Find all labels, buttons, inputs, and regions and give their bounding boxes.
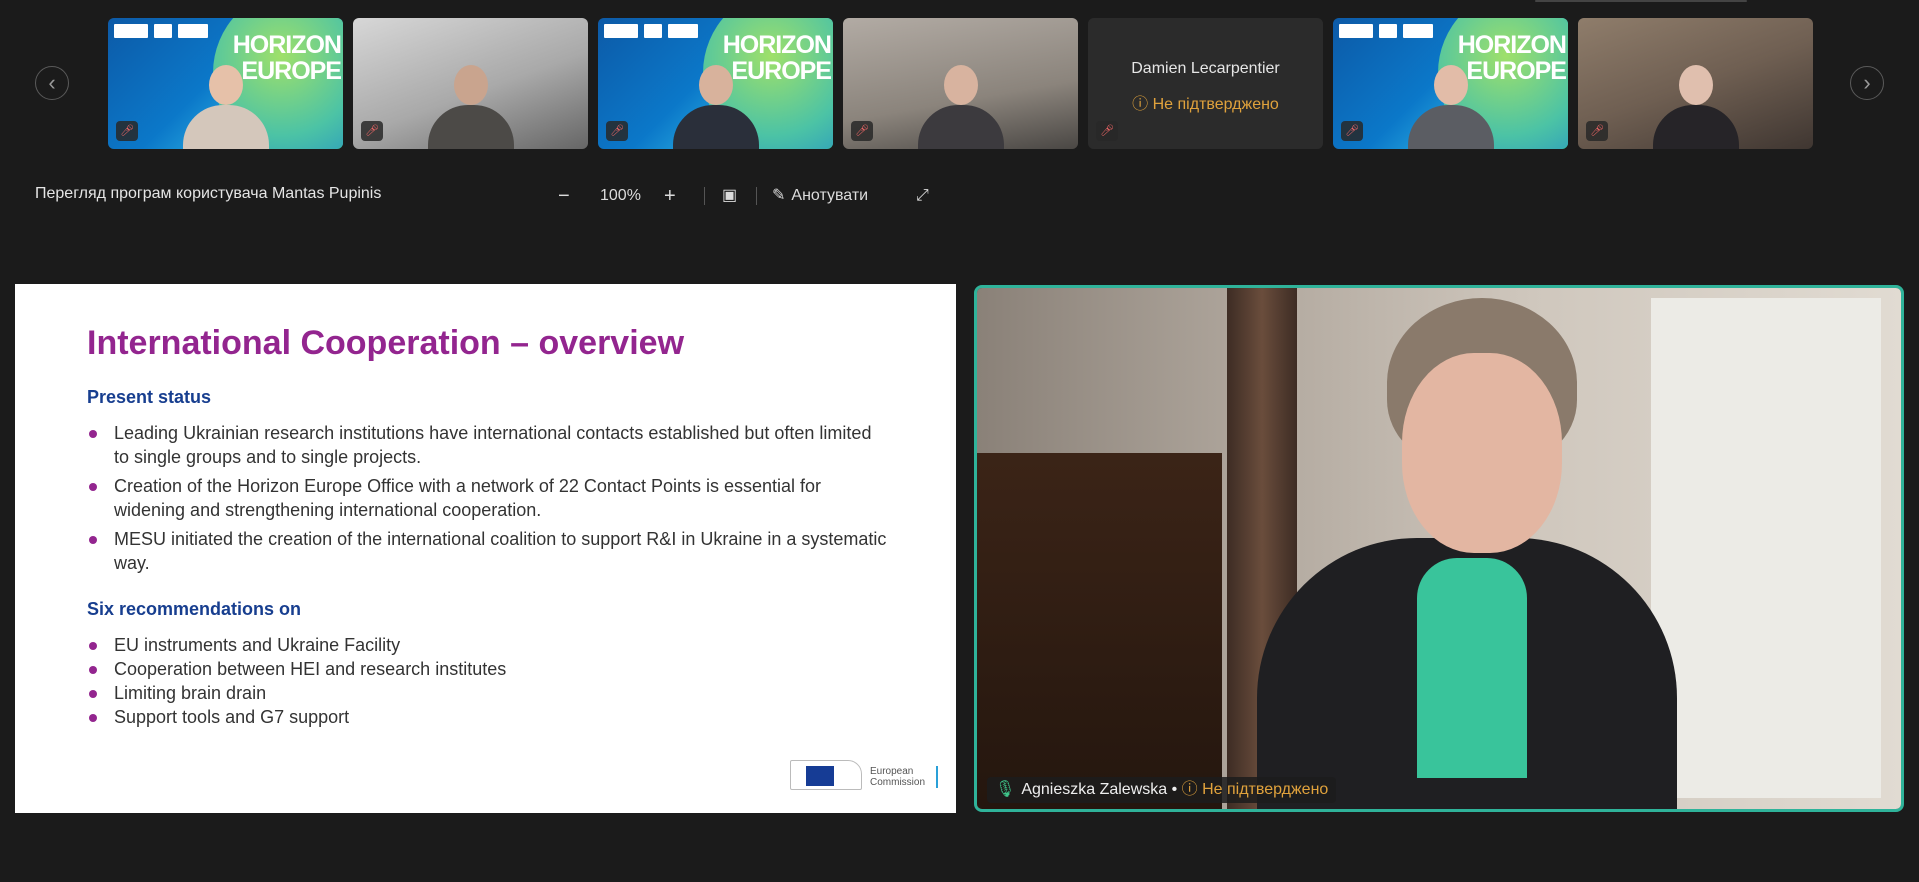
gallery-prev-button[interactable]: ‹ <box>35 66 69 100</box>
gallery-scroll-indicator[interactable] <box>1535 0 1747 2</box>
participant-tile[interactable]: HORIZON EUROPE 🎤︎ <box>108 18 343 149</box>
participant-figure <box>672 53 759 149</box>
zoom-level: 100% <box>600 187 641 204</box>
slide-bullet: Creation of the Horizon Europe Office wi… <box>87 474 887 522</box>
participant-figure <box>182 53 269 149</box>
mic-off-icon: 🎤︎ <box>1096 121 1118 141</box>
slide-section-recommendations: Six recommendations on <box>87 599 302 619</box>
speaker-name-tag: 🎙︎ Agnieszka Zalewska • ⓘ Не підтверджено <box>987 777 1337 803</box>
slide-bullet: MESU initiated the creation of the inter… <box>87 527 887 575</box>
participant-name: Damien Lecarpentier <box>1131 60 1280 77</box>
gallery-next-button[interactable]: › <box>1850 66 1884 100</box>
chevron-left-icon: ‹ <box>48 70 56 95</box>
slide-bullet: EU instruments and Ukraine Facility <box>87 633 887 657</box>
sponsor-logos <box>1339 24 1433 38</box>
participant-tile[interactable]: Damien Lecarpentier ⓘ Не підтверджено 🎤︎ <box>1088 18 1323 149</box>
video-cabinet <box>977 453 1222 809</box>
mic-off-icon: 🎤︎ <box>116 121 138 141</box>
mic-off-icon: 🎤︎ <box>1586 121 1608 141</box>
speaker-status: ⓘ Не підтверджено <box>1181 781 1329 798</box>
participant-figure <box>917 53 1004 149</box>
mic-off-icon: 🎤︎ <box>361 121 383 141</box>
zoom-in-button[interactable]: + <box>664 183 676 209</box>
screen-icon: ▣ <box>722 187 738 204</box>
slide-title: International Cooperation – overview <box>87 324 685 362</box>
recommendations-list: EU instruments and Ukraine Facility Coope… <box>87 633 887 729</box>
participant-figure <box>427 53 514 149</box>
toolbar-divider <box>756 187 757 205</box>
present-status-list: Leading Ukrainian research institutions … <box>87 421 887 580</box>
name-separator: • <box>1167 781 1182 798</box>
share-toolbar: Перегляд програм користувача Mantas Pupi… <box>0 183 980 209</box>
mic-off-icon: 🎤︎ <box>851 121 873 141</box>
ec-logo-accent-bar <box>936 766 938 788</box>
slide-bullet: Cooperation between HEI and research ins… <box>87 657 887 681</box>
annotate-label: Анотувати <box>791 187 869 204</box>
fullscreen-icon: ⤢ <box>916 187 929 204</box>
chevron-right-icon: › <box>1863 70 1871 95</box>
screen-view-button[interactable]: ▣ <box>722 183 737 209</box>
speaker-name: Agnieszka Zalewska <box>1021 781 1168 798</box>
tile-background <box>1088 18 1323 149</box>
slide-bullet: Limiting brain drain <box>87 681 887 705</box>
participant-status: ⓘ Не підтверджено <box>1132 96 1279 113</box>
slide-section-present-status: Present status <box>87 387 212 407</box>
participant-tile[interactable]: 🎤︎ <box>353 18 588 149</box>
fullscreen-button[interactable]: ⤢ <box>916 183 929 209</box>
mic-on-icon: 🎙︎ <box>995 781 1016 798</box>
shared-slide: International Cooperation – overview Pre… <box>15 284 956 813</box>
sponsor-logos <box>114 24 208 38</box>
annotate-button[interactable]: ✎ Анотувати <box>772 183 868 209</box>
participant-figure <box>1407 53 1494 149</box>
zoom-out-button[interactable]: − <box>558 183 570 209</box>
sponsor-logos <box>604 24 698 38</box>
mic-off-icon: 🎤︎ <box>1341 121 1363 141</box>
mic-off-icon: 🎤︎ <box>606 121 628 141</box>
toolbar-divider <box>704 187 705 205</box>
participant-tile[interactable]: HORIZON EUROPE 🎤︎ <box>1333 18 1568 149</box>
participant-tile[interactable]: 🎤︎ <box>843 18 1078 149</box>
speaker-figure <box>1217 298 1717 809</box>
participant-tile[interactable]: HORIZON EUROPE 🎤︎ <box>598 18 833 149</box>
pen-icon: ✎ <box>772 187 786 204</box>
participant-figure <box>1652 53 1739 149</box>
active-speaker-video[interactable]: 🎙︎ Agnieszka Zalewska • ⓘ Не підтверджено <box>974 285 1904 812</box>
eu-flag-icon <box>806 766 834 786</box>
slide-bullet: Leading Ukrainian research institutions … <box>87 421 887 469</box>
ec-logo-text: European Commission <box>870 766 926 788</box>
slide-bullet: Support tools and G7 support <box>87 705 887 729</box>
participant-tile[interactable]: 🎤︎ <box>1578 18 1813 149</box>
european-commission-logo: European Commission <box>790 752 940 790</box>
share-title: Перегляд програм користувача Mantas Pupi… <box>35 185 382 202</box>
